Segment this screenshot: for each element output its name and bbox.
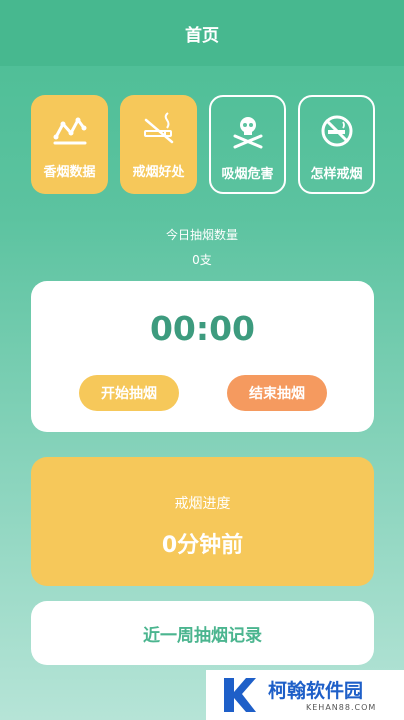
feature-tiles: 香烟数据 戒烟好处 吸烟危害 怎样戒烟: [31, 95, 375, 195]
timer-card: 00:00 开始抽烟 结束抽烟: [31, 281, 374, 432]
top-bar: 首页: [0, 0, 404, 66]
tile-label: 怎样戒烟: [310, 167, 363, 182]
timer-display: 00:00: [149, 309, 256, 348]
chart-line-icon: [53, 117, 86, 145]
watermark: 柯翰软件园 KEHAN88.COM: [206, 670, 404, 720]
weekly-record-button[interactable]: 近一周抽烟记录: [31, 601, 374, 665]
skull-crossbones-icon: [233, 117, 262, 149]
tile-how-to-quit[interactable]: 怎样戒烟: [298, 95, 375, 194]
today-count-label: 今日抽烟数量: [165, 228, 238, 242]
watermark-text: 柯翰软件园: [268, 680, 364, 702]
no-smoking-cigarette-icon: [143, 112, 173, 144]
tile-label: 戒烟好处: [132, 165, 185, 180]
end-smoking-button[interactable]: 结束抽烟: [227, 375, 327, 411]
no-smoking-sign-icon: [321, 115, 352, 147]
progress-value: 0分钟前: [161, 533, 244, 558]
quit-progress-card[interactable]: 戒烟进度 0分钟前: [31, 457, 374, 586]
page-title: 首页: [185, 25, 219, 46]
watermark-sub: KEHAN88.COM: [306, 703, 377, 712]
weekly-record-label: 近一周抽烟记录: [143, 625, 262, 646]
tile-label: 香烟数据: [43, 165, 96, 180]
start-smoking-button[interactable]: 开始抽烟: [79, 375, 179, 411]
brand-logo-icon: [224, 678, 256, 712]
progress-label: 戒烟进度: [174, 496, 231, 512]
today-count-value: 0支: [192, 253, 212, 267]
tile-quit-benefits[interactable]: 戒烟好处: [120, 95, 197, 194]
tile-label: 吸烟危害: [221, 167, 274, 182]
tile-cigarette-data[interactable]: 香烟数据: [31, 95, 108, 194]
tile-smoking-harm[interactable]: 吸烟危害: [209, 95, 286, 194]
